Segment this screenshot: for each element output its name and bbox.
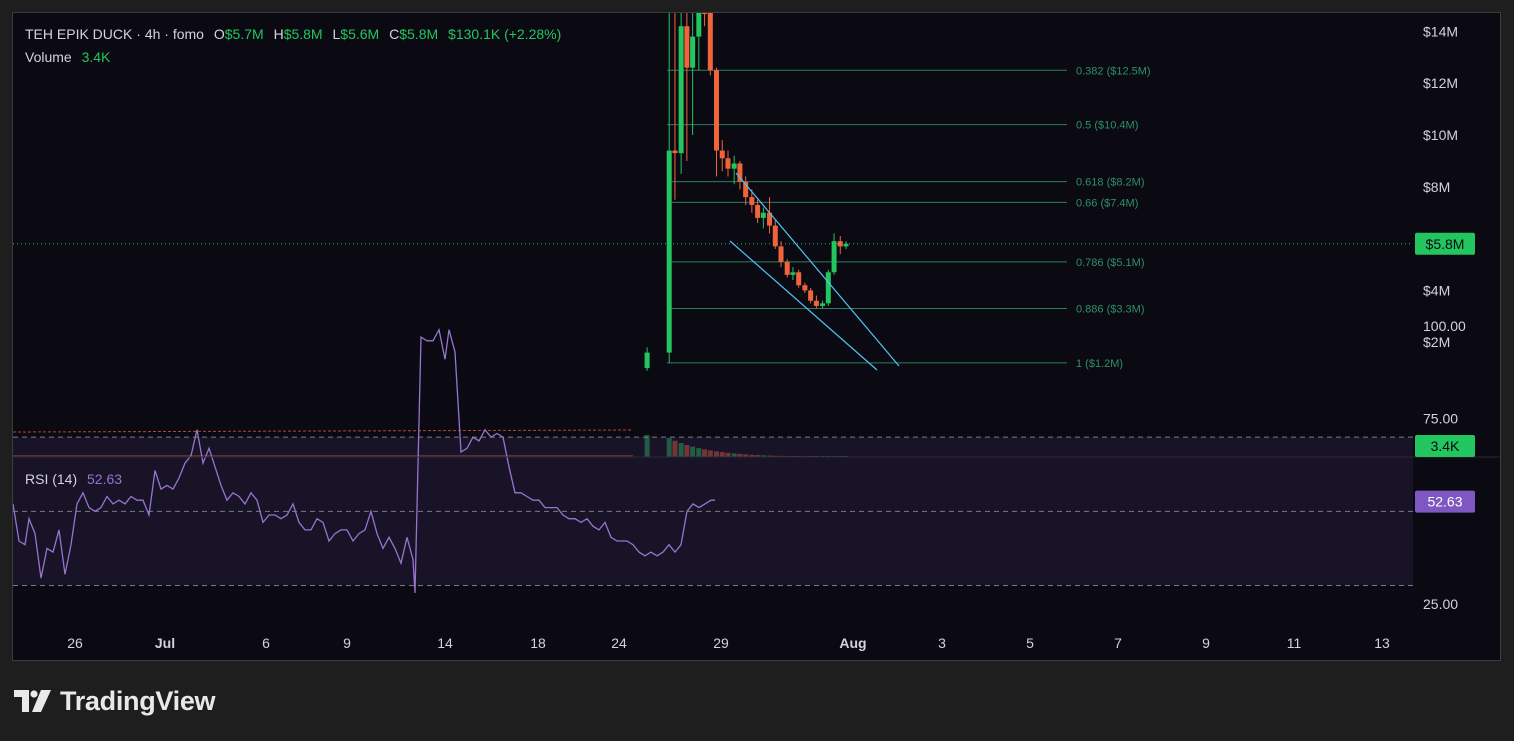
rsi-tick-label: 25.00 [1423, 596, 1458, 612]
separator: · [164, 26, 169, 42]
rsi-tick-label: 100.00 [1423, 318, 1466, 334]
fib-level-label: 0.5 ($10.4M) [1076, 120, 1138, 132]
open-label: O [213, 26, 225, 42]
close-label: C [389, 26, 400, 42]
candle-down [707, 13, 713, 71]
candle-up [825, 272, 831, 304]
candle-down [796, 272, 802, 286]
candle-down [778, 246, 784, 262]
candle-down [684, 26, 690, 68]
time-tick-label: 24 [611, 635, 627, 651]
rsi-label[interactable]: RSI (14) [25, 471, 77, 487]
volume-value: 3.4K [81, 49, 111, 65]
candle-up [696, 13, 702, 37]
volume-label[interactable]: Volume [25, 49, 72, 65]
candle-down [755, 204, 761, 218]
high-value: $5.8M [283, 26, 323, 42]
time-tick-label: 13 [1374, 635, 1390, 651]
price-tick-label: $12M [1423, 75, 1458, 91]
last-price-badge: $5.8M [1415, 232, 1475, 255]
fib-level-label: 0.786 ($5.1M) [1076, 257, 1144, 269]
time-tick-label: 11 [1287, 635, 1302, 651]
volume-badge: 3.4K [1415, 435, 1475, 457]
time-tick-label: 3 [938, 635, 946, 651]
time-tick-label: 14 [437, 635, 453, 651]
symbol-name[interactable]: TEH EPIK DUCK [25, 26, 132, 42]
candle-down [813, 300, 819, 306]
open-value: $5.7M [224, 26, 264, 42]
close-value: $5.8M [399, 26, 439, 42]
tradingview-icon [14, 689, 51, 712]
last-price-badge-text: $5.8M [1426, 236, 1465, 252]
time-tick-label: 6 [262, 635, 270, 651]
chart-legend: TEH EPIK DUCK · 4h · fomo O$5.7M H$5.8M … [25, 26, 561, 42]
candle-down [808, 290, 814, 301]
candle-up [690, 36, 696, 68]
fib-level-label: 0.886 ($3.3M) [1076, 304, 1144, 316]
rsi-legend: RSI (14) 52.63 [25, 471, 122, 487]
candle-up [760, 212, 766, 218]
candle-up [666, 150, 672, 353]
separator: · [136, 26, 141, 42]
rsi-value: 52.63 [87, 471, 123, 487]
candle-down [702, 13, 708, 14]
volume-legend: Volume 3.4K [25, 49, 110, 65]
data-source: fomo [172, 26, 204, 42]
time-tick-label: 9 [343, 635, 351, 651]
tradingview-logo: TradingView [14, 686, 216, 717]
time-tick-label: Jul [155, 635, 175, 651]
candle-down [749, 197, 755, 205]
candle-down [837, 241, 843, 247]
time-axis[interactable]: 26 Jul 6 9 14 18 24 29 Aug 3 5 7 9 11 13 [67, 635, 1390, 651]
candle-up [644, 352, 650, 369]
price-tick-label: $4M [1423, 282, 1450, 298]
volume-badge-text: 3.4K [1431, 438, 1460, 454]
time-tick-label: Aug [839, 635, 866, 651]
time-tick-label: 29 [713, 635, 729, 651]
time-tick-label: 5 [1026, 635, 1034, 651]
time-tick-label: 7 [1114, 635, 1122, 651]
candles[interactable] [13, 13, 1413, 433]
time-tick-label: 18 [530, 635, 546, 651]
candle-down [725, 158, 731, 169]
candle-down [784, 261, 790, 275]
fib-level-label: 0.382 ($12.5M) [1076, 65, 1151, 77]
rsi-pane[interactable] [13, 327, 1413, 593]
candle-up [790, 272, 796, 275]
rsi-badge-text: 52.63 [1427, 494, 1462, 510]
rsi-badge: 52.63 [1415, 490, 1475, 513]
price-tick-label: $8M [1423, 179, 1450, 195]
timeframe[interactable]: 4h [145, 26, 161, 42]
price-tick-label: $14M [1423, 23, 1458, 39]
price-tick-label: $10M [1423, 127, 1458, 143]
time-tick-label: 26 [67, 635, 83, 651]
change-value: $130.1K (+2.28%) [448, 26, 562, 42]
candle-up [820, 303, 826, 306]
price-tick-label: $2M [1423, 334, 1450, 350]
candle-up [843, 243, 849, 247]
candle-up [731, 163, 737, 169]
high-label: H [273, 26, 284, 42]
brand-name: TradingView [60, 686, 216, 716]
fibonacci-retracement[interactable]: 0.382 ($12.5M) 0.5 ($10.4M) 0.618 ($8.2M) 0… [667, 65, 1151, 370]
wedge-lower-line [729, 240, 878, 371]
fib-level-label: 0.618 ($8.2M) [1076, 177, 1144, 189]
low-value: $5.6M [340, 26, 380, 42]
chart-frame[interactable]: 0.382 ($12.5M) 0.5 ($10.4M) 0.618 ($8.2M) 0… [12, 12, 1501, 661]
fib-level-label: 0.66 ($7.4M) [1076, 197, 1138, 209]
time-tick-label: 9 [1202, 635, 1210, 651]
candle-down [772, 225, 778, 247]
candle-down [719, 150, 725, 159]
candle-down [672, 150, 678, 154]
fib-level-label: 1 ($1.2M) [1076, 358, 1123, 370]
chart-canvas[interactable]: 0.382 ($12.5M) 0.5 ($10.4M) 0.618 ($8.2M) 0… [13, 13, 1501, 661]
candle-down [802, 285, 808, 291]
candle-down [713, 70, 719, 151]
rsi-tick-label: 75.00 [1423, 411, 1458, 427]
candle-up [678, 26, 684, 154]
pre-launch-price-line [13, 429, 634, 433]
candle-up [831, 241, 837, 273]
